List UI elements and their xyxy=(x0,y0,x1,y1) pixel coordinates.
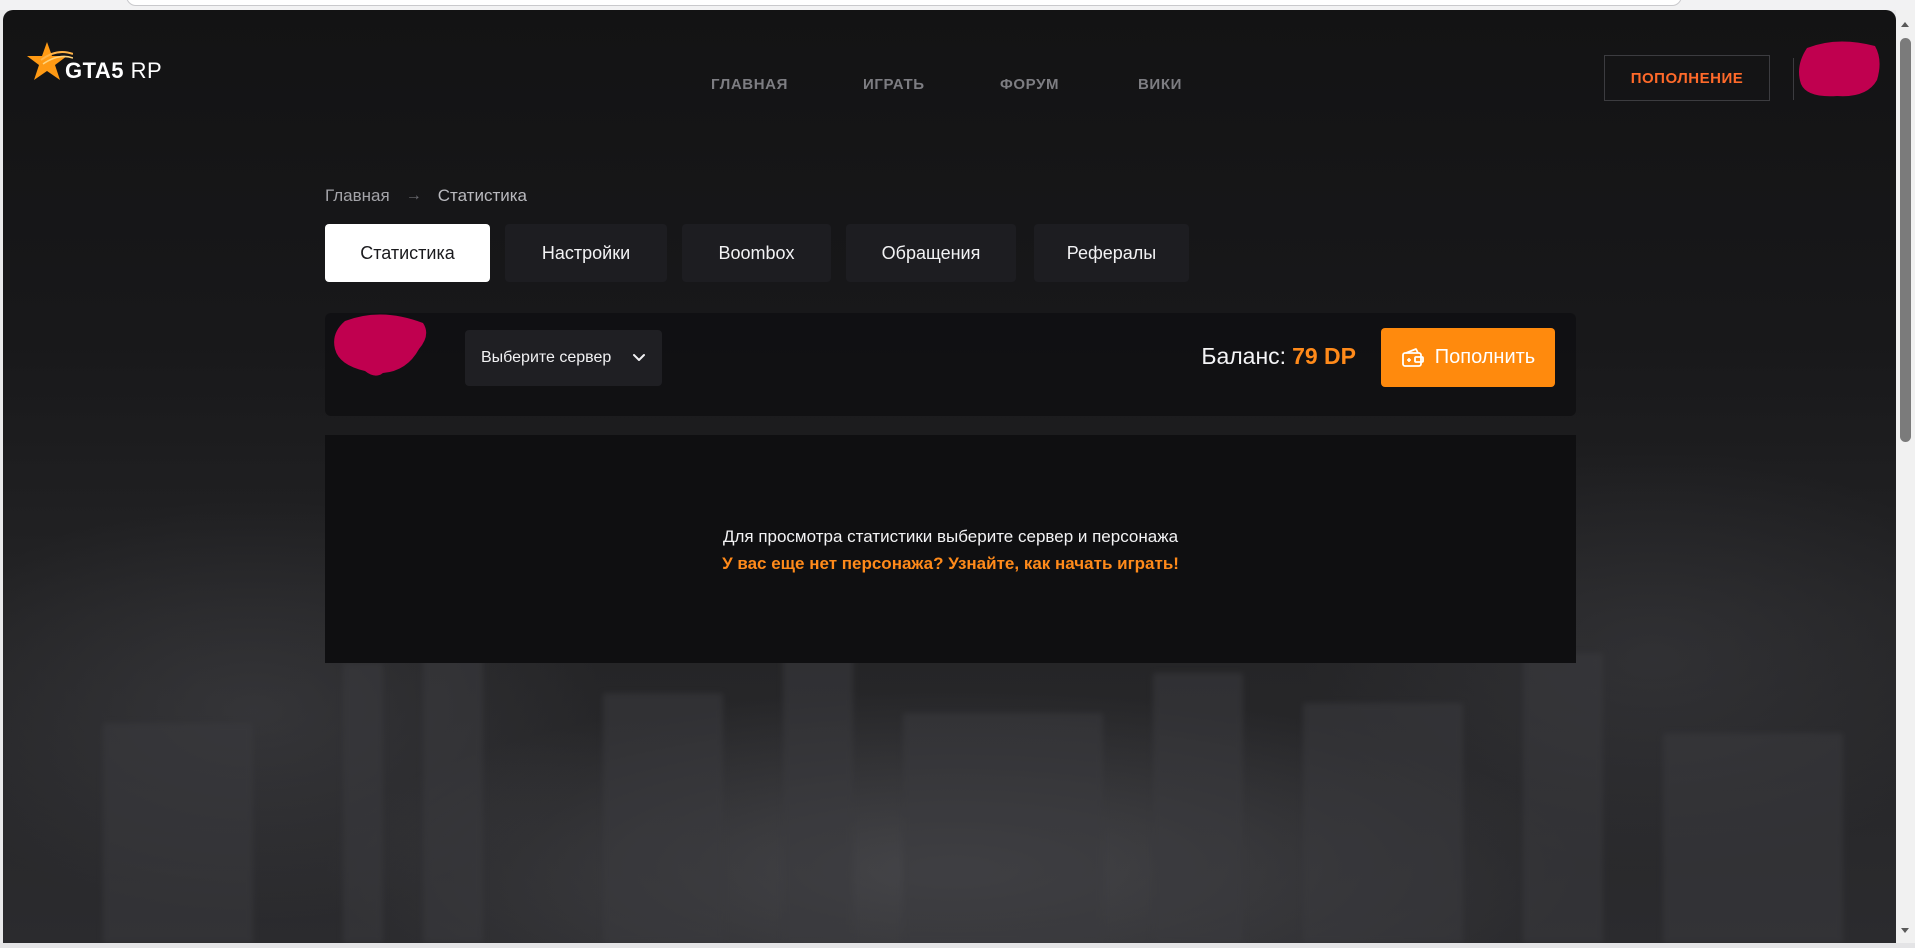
nav-play[interactable]: ИГРАТЬ xyxy=(863,76,925,93)
pay-button[interactable]: Пополнить xyxy=(1381,328,1555,387)
page-viewport: GTA5 RP ГЛАВНАЯ ИГРАТЬ ФОРУМ ВИКИ ПОПОЛН… xyxy=(3,10,1896,943)
breadcrumb-current: Статистика xyxy=(437,186,528,205)
nav-forum[interactable]: ФОРУМ xyxy=(1000,76,1059,93)
wallet-icon xyxy=(1401,347,1424,367)
scroll-thumb[interactable] xyxy=(1900,38,1911,442)
balance-label: Баланс: xyxy=(1201,343,1287,369)
tab-statistics[interactable]: Статистика xyxy=(325,224,490,282)
balance-display: Баланс: 79 DP xyxy=(1201,343,1356,370)
address-bar[interactable] xyxy=(126,0,1682,6)
page-scrollbar[interactable] xyxy=(1896,10,1915,943)
bottom-strip xyxy=(0,943,1915,948)
balance-value: 79 DP xyxy=(1292,343,1356,369)
tab-settings[interactable]: Настройки xyxy=(505,224,667,282)
nav-home[interactable]: ГЛАВНАЯ xyxy=(711,76,788,93)
tab-tickets[interactable]: Обращения xyxy=(846,224,1016,282)
stats-empty-message: Для просмотра статистики выберите сервер… xyxy=(722,527,1179,546)
redacted-avatar[interactable] xyxy=(1797,40,1881,100)
nav-wiki[interactable]: ВИКИ xyxy=(1138,76,1182,93)
redacted-character[interactable] xyxy=(331,309,433,379)
logo-text: GTA5 RP xyxy=(65,58,163,83)
pay-button-label: Пополнить xyxy=(1434,346,1536,368)
scroll-up-icon[interactable] xyxy=(1901,22,1909,27)
header-divider xyxy=(1793,58,1794,100)
server-select[interactable]: Выберите сервер xyxy=(465,330,662,386)
scroll-down-icon[interactable] xyxy=(1901,928,1909,933)
how-to-play-link[interactable]: У вас еще нет персонажа? Узнайте, как на… xyxy=(325,554,1576,574)
browser-top-bar xyxy=(0,0,1915,10)
breadcrumb: Главная → Статистика xyxy=(325,186,527,206)
site-logo[interactable]: GTA5 RP xyxy=(27,40,162,86)
chevron-down-icon xyxy=(633,354,645,361)
account-bar: Выберите сервер Баланс: 79 DP Пополнить xyxy=(325,313,1576,416)
stats-panel: Для просмотра статистики выберите сервер… xyxy=(325,435,1576,663)
topup-header-button[interactable]: ПОПОЛНЕНИЕ xyxy=(1604,55,1770,101)
arrow-right-icon: → xyxy=(405,187,422,204)
breadcrumb-home[interactable]: Главная xyxy=(325,186,390,206)
tab-boombox[interactable]: Boombox xyxy=(682,224,831,282)
tab-referrals[interactable]: Рефералы xyxy=(1034,224,1189,282)
server-select-label: Выберите сервер xyxy=(481,349,612,366)
